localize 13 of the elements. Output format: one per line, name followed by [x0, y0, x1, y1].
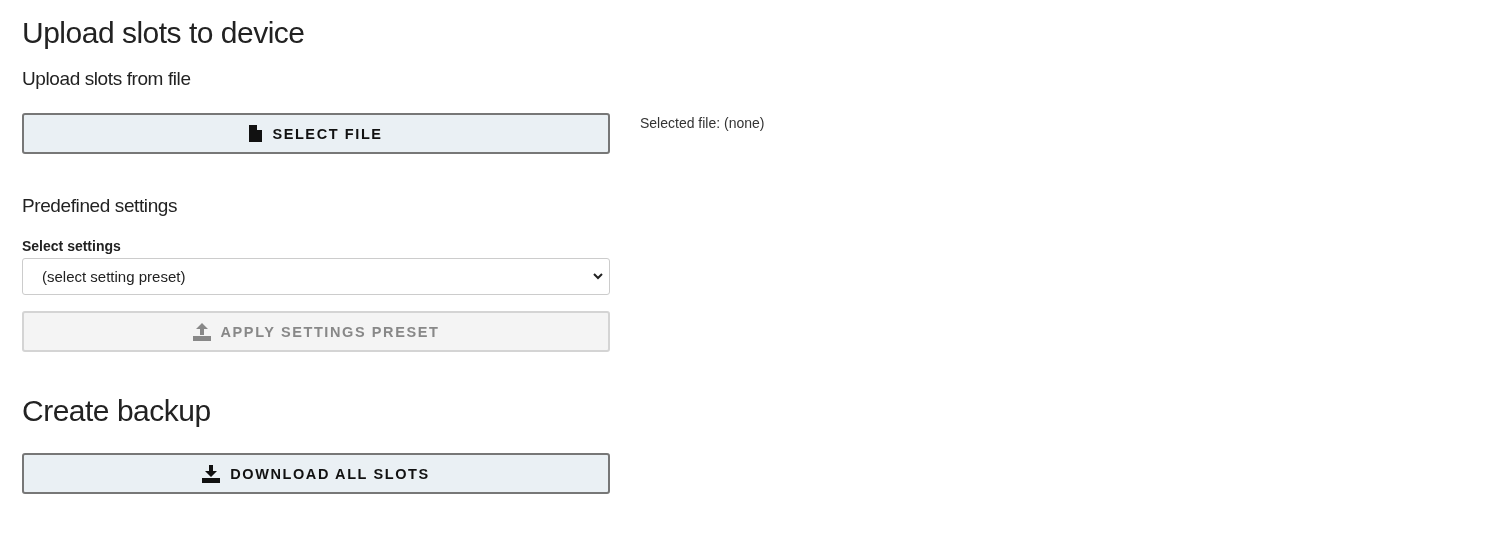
download-button[interactable]: DOWNLOAD ALL SLOTS: [22, 453, 610, 494]
field-label: Select settings: [22, 238, 122, 254]
selected-file-text: Selected file: (none): [640, 115, 765, 131]
section-title: Create backup: [22, 393, 212, 429]
section-heading: Predefined settings: [22, 194, 179, 218]
select-file-button[interactable]: SELECT FILE: [22, 113, 610, 154]
chevron-down-icon: [593, 273, 603, 280]
page-title: Upload slots to device: [22, 15, 306, 51]
file-icon: [249, 125, 263, 142]
download-icon: [202, 464, 221, 483]
section-heading: Upload slots from file: [22, 67, 192, 91]
upload-icon: [192, 322, 211, 341]
settings-select[interactable]: (select setting preset): [22, 258, 610, 295]
